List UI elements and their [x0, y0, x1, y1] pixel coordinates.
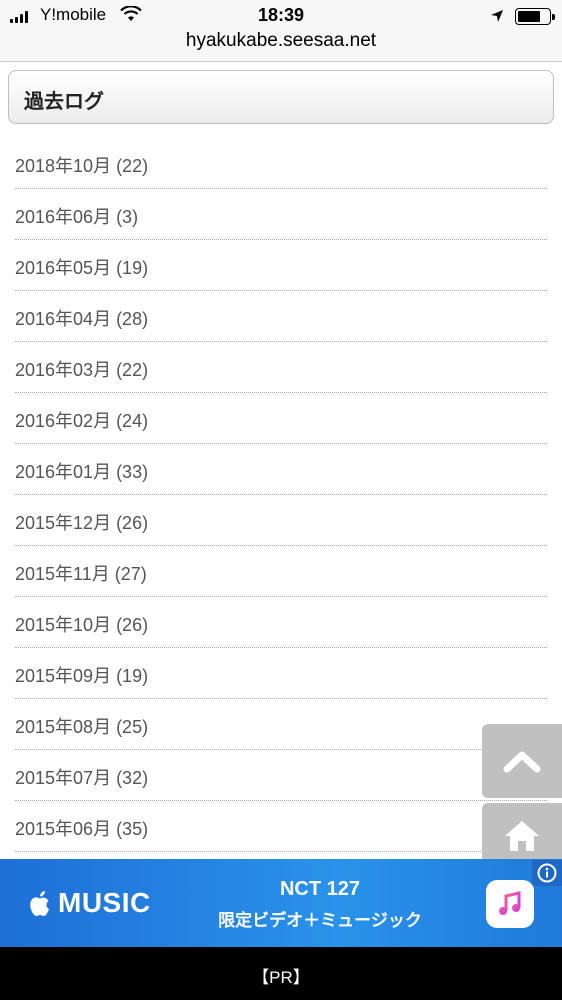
home-icon	[505, 821, 539, 851]
archive-item[interactable]: 2015年10月 (26)	[15, 597, 547, 648]
location-arrow-icon	[490, 8, 504, 28]
archive-link[interactable]: 2015年06月 (35)	[15, 815, 148, 841]
apple-music-logo: MUSIC	[28, 887, 151, 919]
archive-link[interactable]: 2015年12月 (26)	[15, 509, 148, 535]
archive-link[interactable]: 2015年09月 (19)	[15, 662, 148, 688]
archive-section-header: 過去ログ	[8, 70, 554, 124]
archive-link[interactable]: 2016年06月 (3)	[15, 203, 138, 229]
ad-brand-text: MUSIC	[58, 887, 151, 918]
ad-info-icon[interactable]	[532, 860, 562, 886]
ad-title: NCT 127	[279, 878, 361, 900]
archive-item[interactable]: 2015年12月 (26)	[15, 495, 547, 546]
music-app-icon[interactable]	[486, 880, 534, 928]
archive-item[interactable]: 2016年01月 (33)	[15, 444, 547, 495]
archive-item[interactable]: 2015年07月 (32)	[15, 750, 547, 801]
archive-title: 過去ログ	[24, 91, 104, 113]
home-button[interactable]	[482, 803, 562, 863]
archive-link[interactable]: 2015年10月 (26)	[15, 611, 148, 637]
browser-status-bar: Y!mobile 18:39 hyakukabe.seesaa.net	[0, 0, 562, 62]
archive-link[interactable]: 2018年10月 (22)	[15, 152, 148, 178]
archive-item[interactable]: 2015年09月 (19)	[15, 648, 547, 699]
archive-item[interactable]: 2016年05月 (19)	[15, 240, 547, 291]
archive-link[interactable]: 2016年02月 (24)	[15, 407, 148, 433]
clock: 18:39	[257, 5, 305, 25]
archive-link[interactable]: 2015年07月 (32)	[15, 764, 148, 790]
archive-list: 2018年10月 (22) 2016年06月 (3) 2016年05月 (19)…	[15, 138, 547, 852]
ad-subtitle: 限定ビデオ＋ミュージック	[218, 911, 422, 930]
ad-banner[interactable]: MUSIC NCT 127 限定ビデオ＋ミュージック	[0, 859, 562, 947]
archive-item[interactable]: 2015年08月 (25)	[15, 699, 547, 750]
battery-icon	[515, 8, 555, 25]
archive-link[interactable]: 2016年04月 (28)	[15, 305, 148, 331]
archive-item[interactable]: 2016年04月 (28)	[15, 291, 547, 342]
archive-link[interactable]: 2016年03月 (22)	[15, 356, 148, 382]
archive-item[interactable]: 2016年06月 (3)	[15, 189, 547, 240]
archive-link[interactable]: 2016年01月 (33)	[15, 458, 148, 484]
pr-label: 【PR】	[252, 968, 310, 987]
archive-item[interactable]: 2016年03月 (22)	[15, 342, 547, 393]
scroll-to-top-button[interactable]	[482, 724, 562, 798]
address-bar-url[interactable]: hyakukabe.seesaa.net	[0, 30, 562, 52]
pr-bar[interactable]: 【PR】	[0, 947, 562, 1000]
archive-item[interactable]: 2018年10月 (22)	[15, 138, 547, 189]
apple-logo-icon	[30, 891, 49, 916]
archive-link[interactable]: 2015年08月 (25)	[15, 713, 148, 739]
archive-link[interactable]: 2016年05月 (19)	[15, 254, 148, 280]
archive-item[interactable]: 2015年06月 (35)	[15, 801, 547, 852]
archive-link[interactable]: 2015年11月 (27)	[15, 560, 147, 586]
status-row: Y!mobile 18:39	[0, 4, 562, 28]
archive-item[interactable]: 2016年02月 (24)	[15, 393, 547, 444]
archive-item[interactable]: 2015年11月 (27)	[15, 546, 547, 597]
chevron-up-icon	[503, 751, 541, 773]
